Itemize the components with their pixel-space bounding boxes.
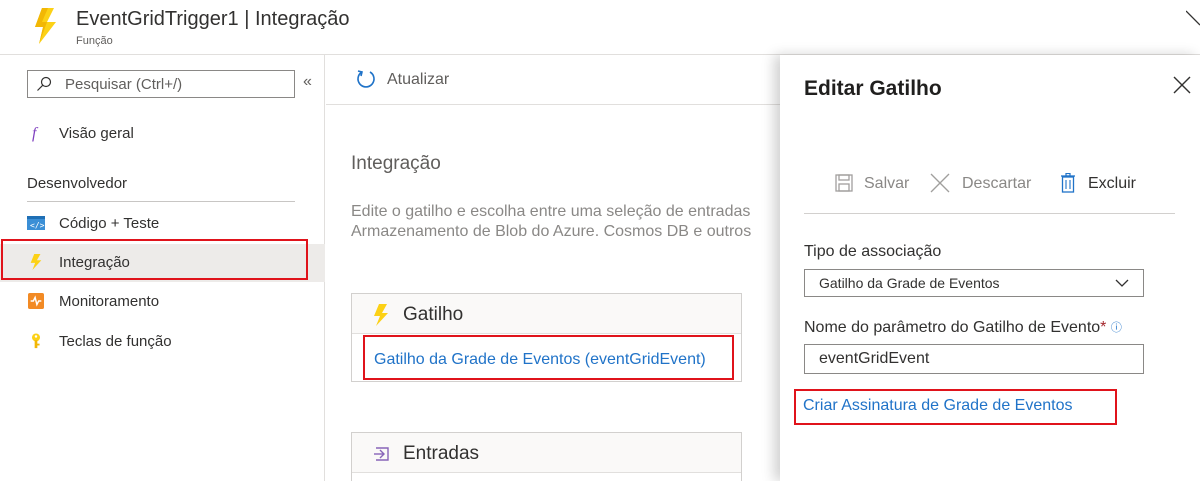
sidebar-item-function-keys[interactable]: Teclas de função — [0, 323, 325, 361]
section-title: Integração — [351, 153, 441, 174]
app-root: EventGridTrigger1 | Integração Função Pe… — [0, 0, 1200, 481]
save-label: Salvar — [864, 175, 910, 192]
binding-type-value: Gatilho da Grade de Eventos — [819, 275, 1000, 291]
description-line: Edite o gatilho e escolha entre uma sele… — [351, 203, 751, 220]
close-icon[interactable] — [1186, 6, 1200, 30]
sidebar-item-monitoring[interactable]: Monitoramento — [0, 283, 325, 321]
inputs-card: Entradas — [351, 432, 742, 481]
section-developer-heading: Desenvolvedor — [27, 175, 128, 192]
highlight-box-create-subscription — [794, 389, 1117, 425]
trigger-card-header: Gatilho — [352, 294, 741, 334]
main-content: Atualizar Integração Edite o gatilho e e… — [326, 55, 780, 481]
delete-button[interactable]: Excluir — [1058, 173, 1148, 197]
code-icon: </> — [27, 214, 45, 232]
search-placeholder: Pesquisar (Ctrl+/) — [65, 76, 183, 93]
function-icon: f — [27, 124, 45, 142]
search-input[interactable]: Pesquisar (Ctrl+/) — [27, 70, 295, 98]
page-subtitle: Função — [76, 35, 113, 47]
refresh-icon[interactable] — [356, 68, 376, 90]
chevron-down-icon — [1115, 279, 1129, 287]
monitor-icon — [27, 292, 45, 310]
collapse-sidebar-button[interactable]: « — [303, 73, 312, 91]
section-description: Edite o gatilho e escolha entre uma sele… — [351, 202, 780, 242]
delete-label: Excluir — [1088, 175, 1137, 192]
input-arrow-icon — [374, 447, 389, 461]
binding-type-label: Tipo de associação — [804, 243, 942, 260]
param-name-input[interactable] — [804, 344, 1144, 374]
blade-header: EventGridTrigger1 | Integração Função — [0, 0, 1200, 55]
svg-text:</>: </> — [30, 221, 45, 230]
edit-trigger-panel: Editar Gatilho Salvar Descartar Excluir … — [780, 55, 1200, 481]
key-icon — [27, 332, 45, 350]
param-name-label-text: Nome do parâmetro do Gatilho de Evento — [804, 319, 1101, 336]
refresh-button[interactable]: Atualizar — [387, 71, 449, 89]
svg-text:f: f — [32, 125, 39, 142]
discard-label: Descartar — [962, 175, 1032, 192]
discard-x-icon — [930, 173, 950, 193]
discard-button[interactable]: Descartar — [930, 173, 1040, 197]
search-icon — [37, 76, 52, 91]
trigger-card-title: Gatilho — [403, 304, 464, 325]
sidebar-item-overview[interactable]: f Visão geral — [0, 115, 325, 153]
panel-title: Editar Gatilho — [804, 77, 942, 100]
binding-type-select[interactable]: Gatilho da Grade de Eventos — [804, 269, 1144, 297]
page-title: EventGridTrigger1 | Integração — [76, 8, 350, 30]
toolbar: Atualizar — [326, 55, 780, 105]
description-line: Armazenamento de Blob do Azure. Cosmos D… — [351, 223, 752, 240]
inputs-card-title: Entradas — [403, 443, 480, 464]
param-name-label: Nome do parâmetro do Gatilho de Evento* … — [804, 319, 1122, 337]
lightning-bolt-icon — [35, 8, 56, 44]
sidebar: Pesquisar (Ctrl+/) « f Visão geral Desen… — [0, 55, 325, 481]
highlight-box-integration — [1, 239, 308, 280]
sidebar-item-label: Teclas de função — [59, 333, 172, 350]
close-icon[interactable] — [1173, 76, 1191, 94]
save-icon — [835, 174, 853, 192]
save-button[interactable]: Salvar — [834, 173, 914, 197]
panel-divider — [804, 213, 1175, 214]
sidebar-item-label: Monitoramento — [59, 293, 160, 310]
highlight-box-trigger-link — [363, 335, 734, 380]
section-divider — [27, 201, 295, 202]
sidebar-item-label: Visão geral — [59, 125, 134, 142]
sidebar-item-label: Código + Teste — [59, 215, 160, 232]
sidebar-item-code-test[interactable]: </> Código + Teste — [0, 205, 325, 243]
inputs-card-header: Entradas — [352, 433, 741, 473]
trash-icon — [1061, 173, 1075, 193]
info-icon[interactable]: ⓘ — [1111, 322, 1122, 334]
required-marker: * — [1100, 319, 1107, 336]
lightning-bolt-icon — [374, 304, 388, 326]
